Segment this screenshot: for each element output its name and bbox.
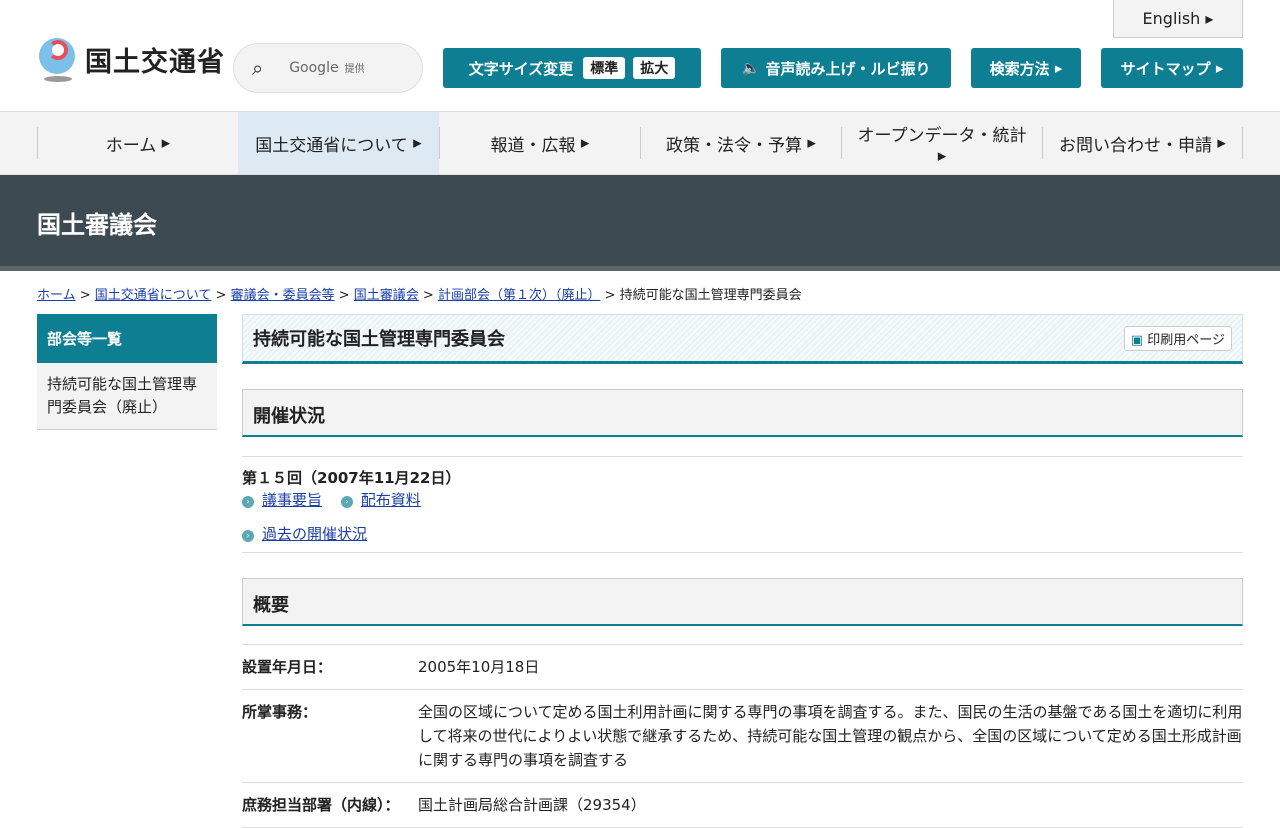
search-input[interactable]: ⌕ Google 提供 bbox=[233, 43, 423, 93]
bullet-icon: › bbox=[242, 496, 254, 508]
speech-button[interactable]: 🔈 音声読み上げ・ルビ振り bbox=[721, 48, 951, 88]
breadcrumb: ホーム > 国土交通省について > 審議会・委員会等 > 国土審議会 > 計画部… bbox=[37, 288, 802, 303]
crumb-planning[interactable]: 計画部会（第１次）（廃止） bbox=[438, 288, 601, 303]
speaker-icon: 🔈 bbox=[741, 59, 766, 77]
row-value: 2005年10月18日 bbox=[418, 658, 540, 676]
info-row: 設置年月日： 2005年10月18日 bbox=[242, 645, 1243, 690]
search-provider: Google 提供 bbox=[289, 60, 365, 76]
print-button[interactable]: ▣ 印刷用ページ bbox=[1123, 325, 1232, 351]
row-value: 全国の区域について定める国土利用計画に関する専門の事項を調査する。また、国民の生… bbox=[418, 703, 1243, 769]
nav-home[interactable]: ホーム ▸ bbox=[37, 127, 238, 159]
bullet-icon: › bbox=[340, 496, 353, 508]
crumb-national-council[interactable]: 国土審議会 bbox=[354, 288, 419, 303]
sidebar-heading: 部会等一覧 bbox=[37, 314, 217, 363]
header: 国土交通省 ⌕ Google 提供 English ▸ 文字サイズ変更 標準 拡大… bbox=[0, 0, 1280, 112]
crumb-current: 持続可能な国土管理専門委員会 bbox=[619, 288, 802, 303]
nav-contact[interactable]: お問い合わせ・申請 ▸ bbox=[1042, 127, 1243, 159]
bullet-icon: › bbox=[242, 530, 254, 542]
past-meetings-link[interactable]: 過去の開催状況 bbox=[262, 525, 367, 543]
page-banner: 国土審議会 bbox=[0, 175, 1280, 271]
page-title-box: 持続可能な国土管理専門委員会 ▣ 印刷用ページ bbox=[242, 314, 1243, 364]
meeting-title: 第１５回（2007年11月22日） bbox=[242, 469, 461, 487]
logo-text: 国土交通省 bbox=[85, 46, 225, 78]
crumb-councils[interactable]: 審議会・委員会等 bbox=[231, 288, 335, 303]
row-value: 国土計画局総合計画課（29354） bbox=[418, 796, 646, 814]
logo[interactable]: 国土交通省 bbox=[37, 36, 225, 82]
section-heading-status: 開催状況 bbox=[242, 389, 1243, 437]
sidebar-item[interactable]: 持続可能な国土管理専門委員会（廃止） bbox=[37, 363, 217, 430]
crumb-about[interactable]: 国土交通省について bbox=[95, 288, 212, 303]
info-row: 所掌事務： 全国の区域について定める国土利用計画に関する専門の事項を調査する。また… bbox=[242, 690, 1243, 783]
font-standard-button[interactable]: 標準 bbox=[583, 57, 626, 79]
minutes-link[interactable]: 議事要旨 bbox=[262, 491, 322, 509]
search-method-button[interactable]: 検索方法 ▸ bbox=[971, 48, 1081, 88]
global-nav: ホーム ▸ 国土交通省について ▸ 報道・広報 ▸ 政策・法令・予算 ▸ オープ… bbox=[0, 112, 1280, 175]
mlit-logo-icon bbox=[37, 36, 77, 82]
section-heading-overview: 概要 bbox=[242, 578, 1243, 626]
crumb-home[interactable]: ホーム bbox=[37, 288, 76, 303]
nav-opendata[interactable]: オープンデータ・統計 ▸ bbox=[841, 126, 1042, 166]
nav-about[interactable]: 国土交通省について ▸ bbox=[238, 112, 439, 174]
nav-policy[interactable]: 政策・法令・予算 ▸ bbox=[640, 127, 841, 159]
english-link[interactable]: English ▸ bbox=[1113, 0, 1243, 38]
sitemap-button[interactable]: サイトマップ ▸ bbox=[1101, 48, 1243, 88]
search-icon: ⌕ bbox=[252, 56, 264, 80]
nav-press[interactable]: 報道・広報 ▸ bbox=[439, 127, 640, 159]
row-label: 設置年月日： bbox=[242, 658, 333, 676]
main-content: 持続可能な国土管理専門委員会 ▣ 印刷用ページ 開催状況 第１５回（2007年1… bbox=[242, 314, 1243, 828]
materials-link[interactable]: 配布資料 bbox=[361, 491, 421, 509]
printer-icon: ▣ bbox=[1130, 332, 1144, 348]
row-label: 庶務担当部署（内線）： bbox=[242, 796, 400, 814]
font-size-control: 文字サイズ変更 標準 拡大 bbox=[443, 48, 701, 88]
info-row: 庶務担当部署（内線）： 国土計画局総合計画課（29354） bbox=[242, 783, 1243, 828]
page-title: 持続可能な国土管理専門委員会 bbox=[253, 329, 505, 350]
row-label: 所掌事務： bbox=[242, 703, 318, 721]
sidebar: 部会等一覧 持続可能な国土管理専門委員会（廃止） bbox=[37, 314, 217, 430]
font-large-button[interactable]: 拡大 bbox=[633, 57, 676, 79]
